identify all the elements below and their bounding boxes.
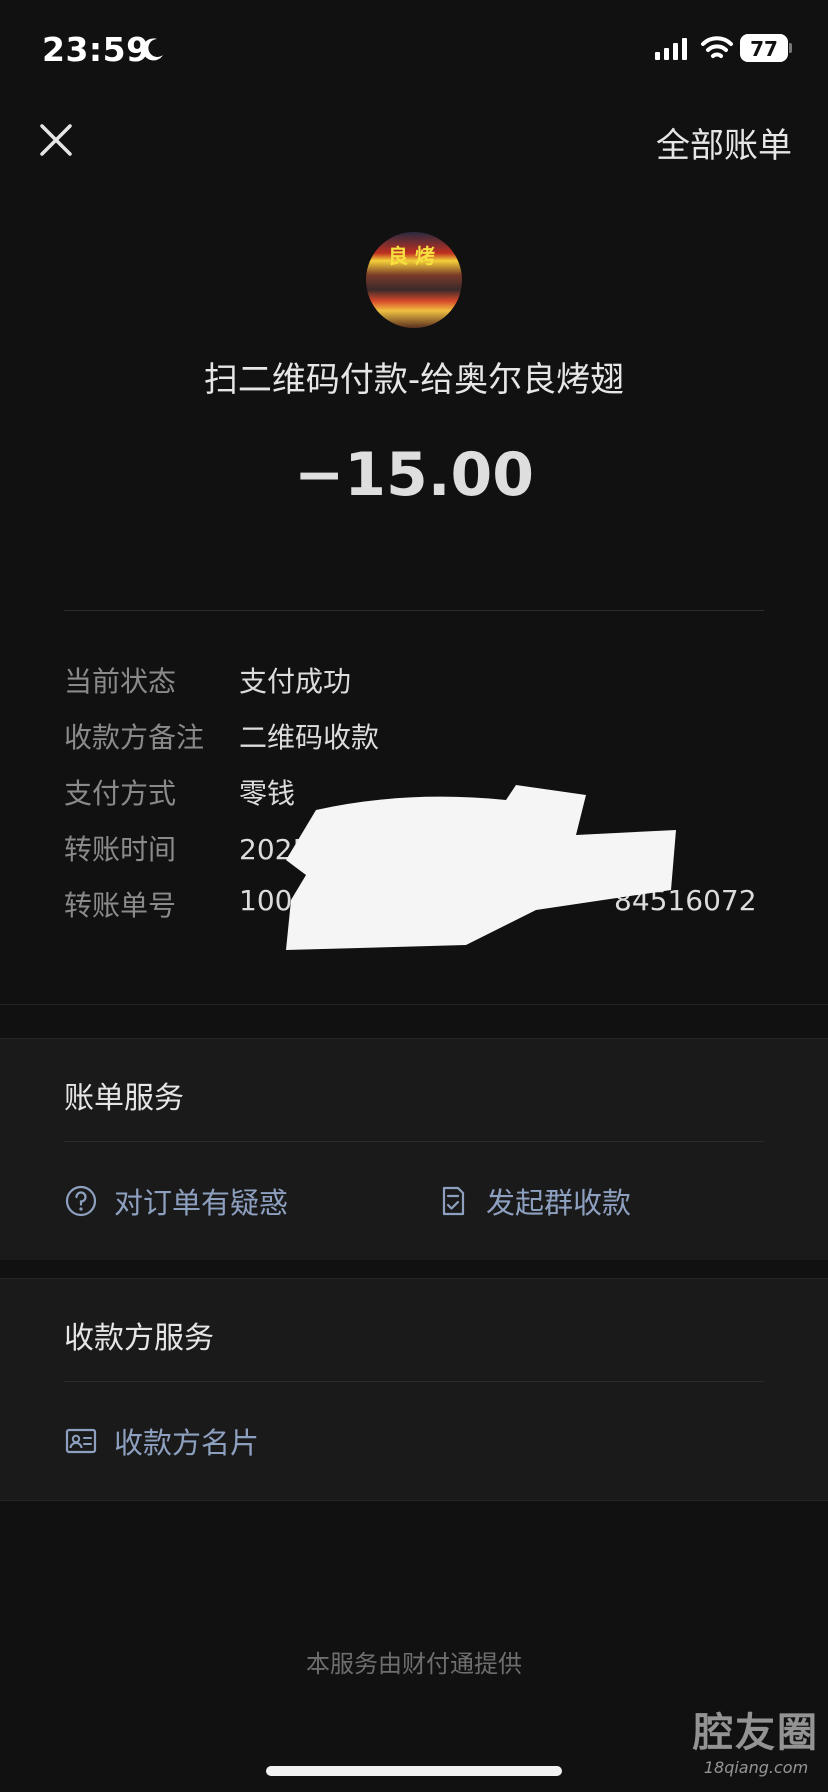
payee-service-section: 收款方服务 收款方名片 — [0, 1278, 828, 1500]
detail-value: 支付成功 — [239, 665, 352, 698]
close-icon[interactable] — [34, 118, 78, 162]
battery-level: 77 — [750, 37, 778, 61]
battery-icon: 77 — [740, 34, 792, 62]
section-separator — [0, 1004, 828, 1005]
status-time: 23:59 — [42, 30, 150, 69]
document-check-icon — [442, 1186, 465, 1216]
action-label: 收款方名片 — [114, 1426, 260, 1460]
detail-row-status: 当前状态 支付成功 — [64, 660, 784, 716]
wifi-icon — [701, 36, 733, 58]
watermark: 腔友圈 18qiang.com — [686, 1700, 826, 1777]
payee-card-button[interactable]: 收款方名片 — [64, 1421, 259, 1461]
payment-amount: −15.00 — [293, 440, 535, 510]
order-question-button[interactable]: 对订单有疑惑 — [64, 1181, 288, 1221]
detail-value: 二维码收款 — [239, 721, 380, 754]
watermark-main: 腔友圈 — [693, 1710, 819, 1756]
detail-row-remark: 收款方备注 二维码收款 — [64, 716, 784, 772]
watermark-sub: 18qiang.com — [703, 1758, 809, 1777]
question-circle-icon — [65, 1185, 97, 1217]
group-collection-button[interactable]: 发起群收款 — [436, 1181, 631, 1221]
detail-label: 支付方式 — [64, 777, 177, 810]
section-separator — [0, 1500, 828, 1501]
avatar-sign-text: 良 烤 — [388, 244, 435, 268]
provider-footer: 本服务由财付通提供 — [306, 1650, 522, 1678]
home-indicator[interactable] — [266, 1766, 562, 1776]
divider — [64, 610, 764, 611]
detail-label: 转账单号 — [64, 889, 177, 922]
status-bar: 23:59 77 — [0, 0, 828, 100]
action-label: 发起群收款 — [486, 1186, 632, 1220]
moon-icon — [142, 38, 163, 61]
cellular-signal-icon — [655, 38, 687, 60]
redaction-scribble — [286, 785, 676, 950]
section-title: 账单服务 — [64, 1081, 184, 1116]
divider — [64, 1381, 764, 1382]
bill-service-section: 账单服务 对订单有疑惑 发起群收款 — [0, 1038, 828, 1260]
detail-label: 当前状态 — [64, 665, 177, 698]
action-label: 对订单有疑惑 — [114, 1186, 289, 1220]
divider — [64, 1141, 764, 1142]
detail-label: 转账时间 — [64, 833, 177, 866]
merchant-title: 扫二维码付款-给奥尔良烤翅 — [203, 360, 625, 400]
section-title: 收款方服务 — [64, 1321, 214, 1356]
contact-card-icon — [65, 1428, 97, 1454]
all-bills-link[interactable]: 全部账单 — [656, 118, 792, 167]
merchant-avatar: 良 烤 — [366, 232, 462, 328]
detail-label: 收款方备注 — [64, 721, 205, 754]
